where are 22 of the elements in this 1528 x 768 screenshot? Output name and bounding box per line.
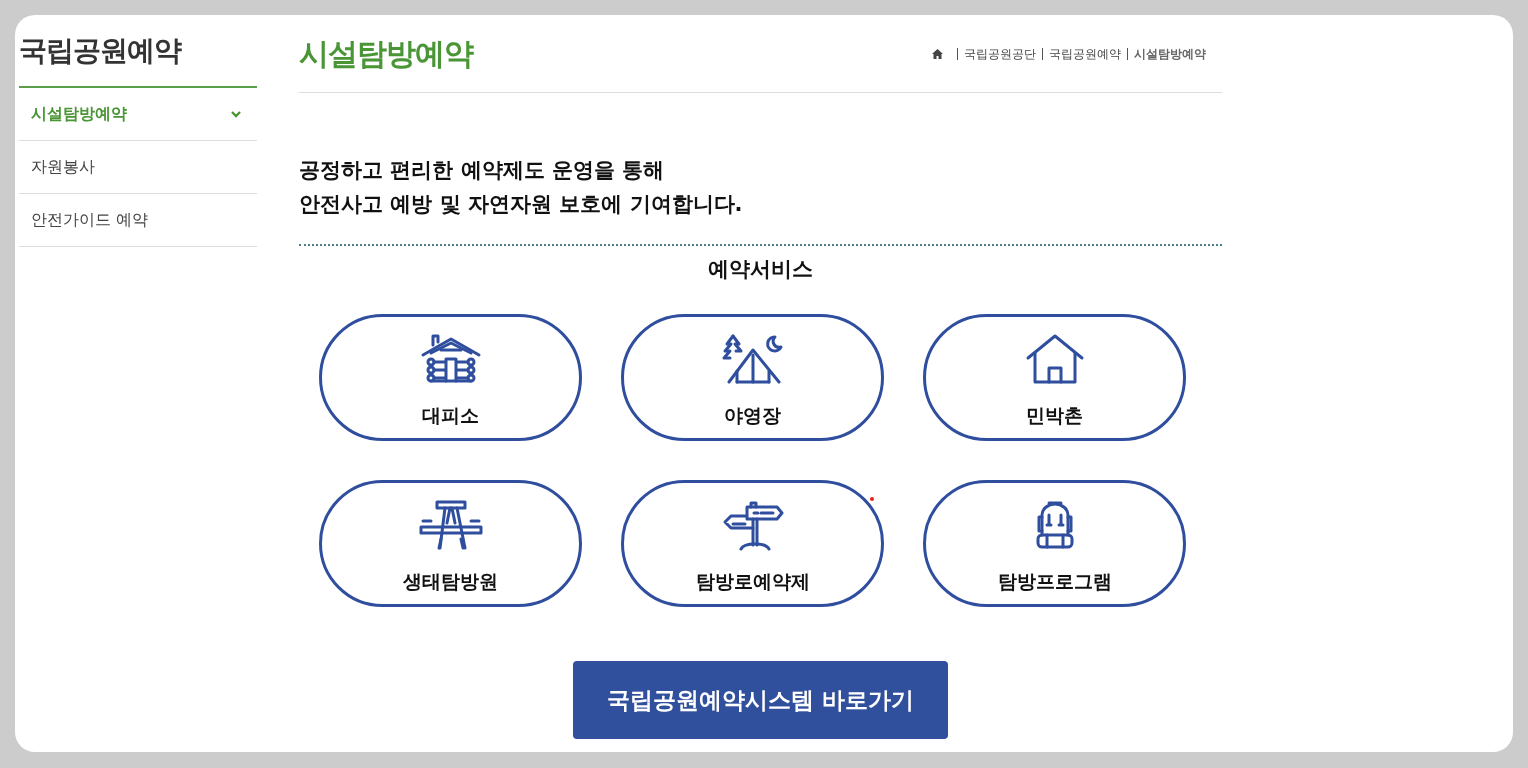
service-button[interactable]: 탐방로예약제 xyxy=(621,480,884,607)
service-button[interactable]: 생태탐방원 xyxy=(319,480,582,607)
intro-text: 공정하고 편리한 예약제도 운영을 통해 xyxy=(299,157,666,184)
sidebar-item[interactable]: 자원봉사 xyxy=(19,141,257,194)
sidebar-title: 국립공원예약 xyxy=(19,32,181,69)
sidebar-item[interactable]: 안전가이드 예약 xyxy=(19,194,257,247)
tent-tree-moon-icon xyxy=(720,333,785,385)
service-button[interactable]: 대피소 xyxy=(319,314,582,441)
breadcrumb-link[interactable]: 시설탐방예약 xyxy=(1134,46,1206,61)
service-button[interactable]: 민박촌 xyxy=(923,314,1186,441)
breadcrumb-link[interactable]: 국립공원공단 xyxy=(964,46,1036,61)
page-title: 시설탐방예약 xyxy=(299,35,473,73)
picnic-table-icon xyxy=(418,499,483,551)
breadcrumb-link[interactable]: 국립공원예약 xyxy=(1049,46,1121,61)
reservation-system-button[interactable]: 국립공원예약시스템 바로가기 xyxy=(573,661,948,739)
home-icon[interactable] xyxy=(932,48,943,59)
sidebar-item[interactable]: 시설탐방예약 xyxy=(19,88,257,141)
chevron-down-icon xyxy=(231,110,241,118)
intro-text: 안전사고 예방 및 자연자원 보호에 기여합니다. xyxy=(299,191,744,218)
service-button[interactable]: 야영장 xyxy=(621,314,884,441)
service-button[interactable]: 탐방프로그램 xyxy=(923,480,1186,607)
section-title: 예약서비스 xyxy=(707,256,814,283)
